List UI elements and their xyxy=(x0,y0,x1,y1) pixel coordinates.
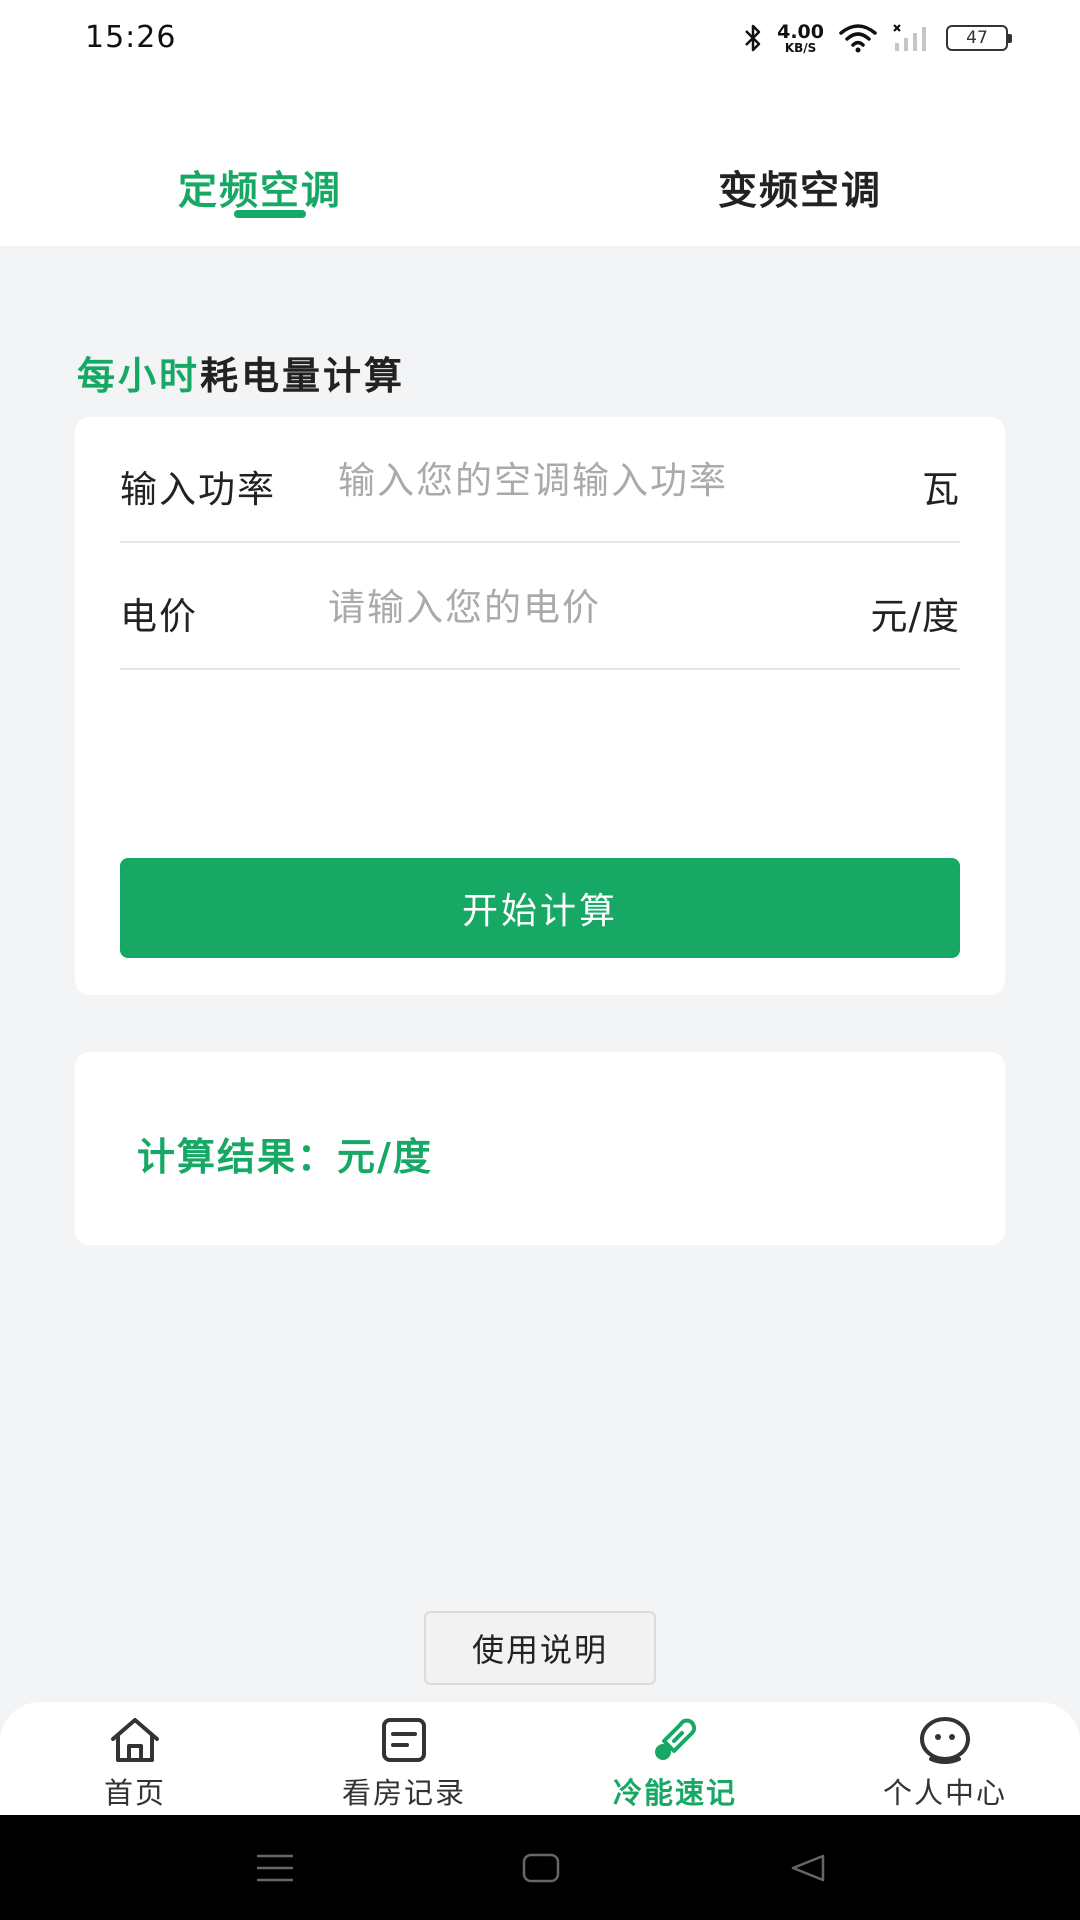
tab-variable-frequency[interactable]: 变频空调 xyxy=(718,160,882,216)
nav-label-cooling-notes: 冷能速记 xyxy=(612,1776,737,1810)
header: 15:26 4.00 KB/S 47 定频空调 变频空调 xyxy=(0,0,1080,246)
price-label: 电价 xyxy=(120,595,198,638)
back-icon[interactable] xyxy=(782,1845,832,1891)
start-calculate-button[interactable]: 开始计算 xyxy=(120,858,960,958)
thermometer-icon xyxy=(645,1712,705,1768)
result-card: 计算结果：元/度 xyxy=(75,1052,1005,1245)
net-speed-unit: KB/S xyxy=(784,40,817,55)
result-text: 计算结果：元/度 xyxy=(137,1135,433,1179)
input-card: 输入功率 瓦 电价 元/度 开始计算 xyxy=(75,417,1005,995)
nav-item-cooling-notes[interactable]: 冷能速记 xyxy=(575,1712,775,1812)
power-label: 输入功率 xyxy=(120,468,276,511)
system-navigation-bar xyxy=(0,1815,1080,1920)
bluetooth-icon xyxy=(743,23,763,53)
net-speed: 4.00 KB/S xyxy=(777,20,824,55)
menu-icon[interactable] xyxy=(250,1845,300,1891)
tab-bar: 定频空调 变频空调 xyxy=(0,150,1080,246)
price-row: 电价 元/度 xyxy=(120,544,960,670)
nav-item-home[interactable]: 首页 xyxy=(35,1712,235,1812)
price-unit: 元/度 xyxy=(870,595,960,638)
page: 15:26 4.00 KB/S 47 定频空调 变频空调 每小时耗电量计算 输入… xyxy=(0,0,1080,1920)
active-tab-indicator xyxy=(234,210,306,218)
usage-instructions-button[interactable]: 使用说明 xyxy=(424,1611,656,1685)
section-title: 每小时耗电量计算 xyxy=(77,345,405,400)
nav-label-home: 首页 xyxy=(103,1776,166,1810)
power-row: 输入功率 瓦 xyxy=(120,417,960,543)
wifi-icon xyxy=(838,23,878,53)
status-time: 15:26 xyxy=(85,20,177,55)
power-unit: 瓦 xyxy=(922,468,960,511)
price-input[interactable] xyxy=(328,574,808,640)
system-home-icon[interactable] xyxy=(516,1845,566,1891)
nav-item-profile[interactable]: 个人中心 xyxy=(845,1712,1045,1812)
battery-icon: 47 xyxy=(946,25,1012,51)
home-icon xyxy=(105,1712,165,1768)
power-input[interactable] xyxy=(338,447,858,513)
signal-icon xyxy=(892,23,932,53)
nav-item-records[interactable]: 看房记录 xyxy=(304,1712,504,1812)
smiley-icon xyxy=(915,1712,975,1768)
net-speed-value: 4.00 xyxy=(777,20,824,43)
nav-label-profile: 个人中心 xyxy=(882,1776,1007,1810)
section-title-rest: 耗电量计算 xyxy=(200,354,406,398)
nav-label-records: 看房记录 xyxy=(341,1776,466,1810)
tab-fixed-frequency[interactable]: 定频空调 xyxy=(178,160,342,216)
document-icon xyxy=(374,1712,434,1768)
bottom-nav: 首页 看房记录 冷能速记 个人中心 xyxy=(0,1702,1080,1815)
status-bar: 15:26 4.00 KB/S 47 xyxy=(0,0,1080,78)
status-icons: 4.00 KB/S 47 xyxy=(743,18,1012,58)
section-title-highlight: 每小时 xyxy=(77,354,201,398)
